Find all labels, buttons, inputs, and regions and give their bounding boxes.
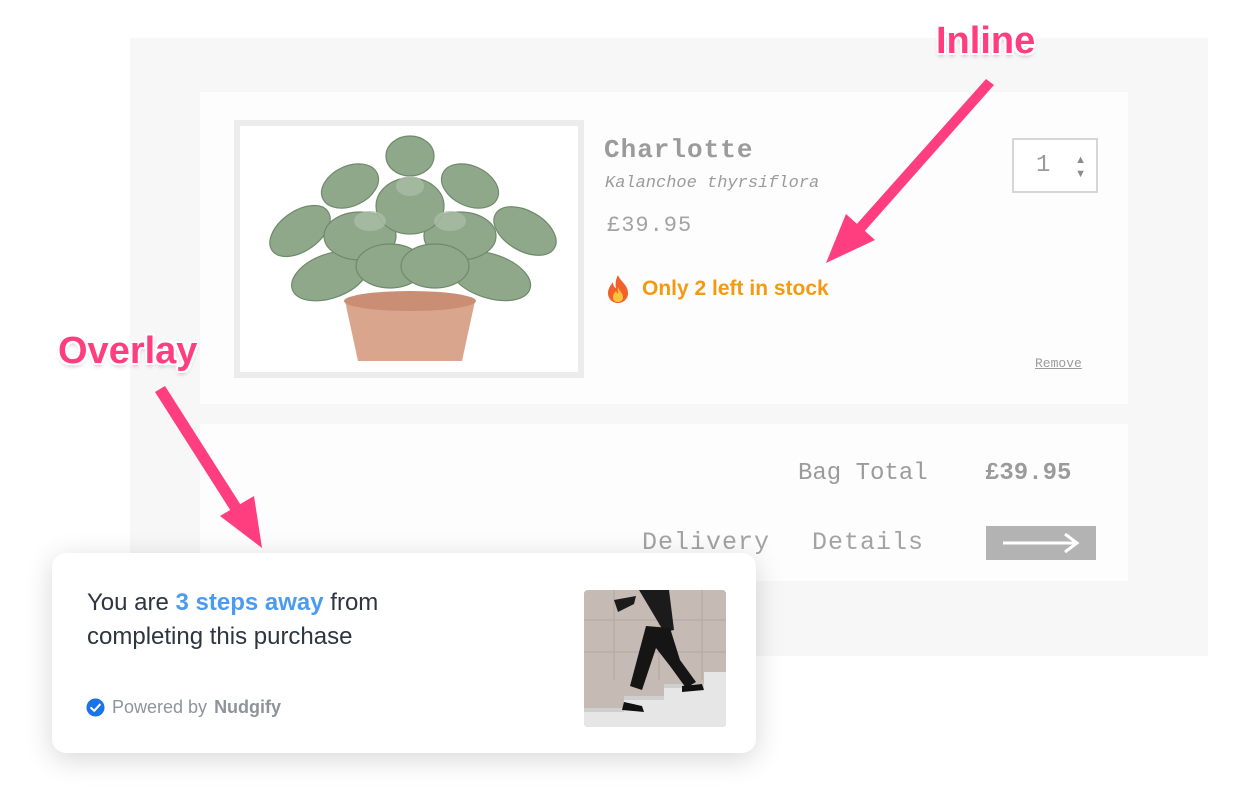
popup-thumbnail <box>584 590 726 727</box>
quantity-stepper[interactable]: 1 ▲ ▼ <box>1012 138 1098 193</box>
popup-message: You are 3 steps away from completing thi… <box>87 586 487 654</box>
bag-total-label: Bag Total <box>798 460 928 487</box>
bag-total-value: £39.95 <box>985 460 1072 487</box>
check-circle-icon <box>86 698 105 717</box>
inline-annotation: Inline <box>936 20 1036 62</box>
decrement-icon[interactable]: ▼ <box>1075 167 1086 181</box>
stock-message: Only 2 left in stock <box>642 277 829 300</box>
increment-icon[interactable]: ▲ <box>1075 153 1086 167</box>
product-latin-name: Kalanchoe thyrsiflora <box>605 174 820 193</box>
remove-link[interactable]: Remove <box>1035 356 1082 371</box>
next-step-button[interactable] <box>986 526 1096 560</box>
stairs-photo <box>584 590 726 727</box>
popup-message-prefix: You are <box>87 589 176 616</box>
powered-by-label: Powered by <box>112 697 208 717</box>
product-name: Charlotte <box>604 135 754 165</box>
overlay-annotation: Overlay <box>58 330 198 372</box>
flame-icon <box>608 275 628 303</box>
brand-name: Nudgify <box>214 697 282 717</box>
stock-notice: Only 2 left in stock <box>604 274 829 304</box>
right-arrow-icon <box>1003 532 1080 554</box>
details-label: Details <box>812 528 925 557</box>
popup-message-highlight: 3 steps away <box>175 589 324 616</box>
product-image <box>234 120 584 378</box>
quantity-value: 1 <box>1036 152 1051 179</box>
powered-by[interactable]: Powered by Nudgify <box>86 697 281 718</box>
stepper-arrows[interactable]: ▲ ▼ <box>1075 153 1086 181</box>
plant-illustration <box>269 135 557 361</box>
product-price: £39.95 <box>607 213 693 238</box>
